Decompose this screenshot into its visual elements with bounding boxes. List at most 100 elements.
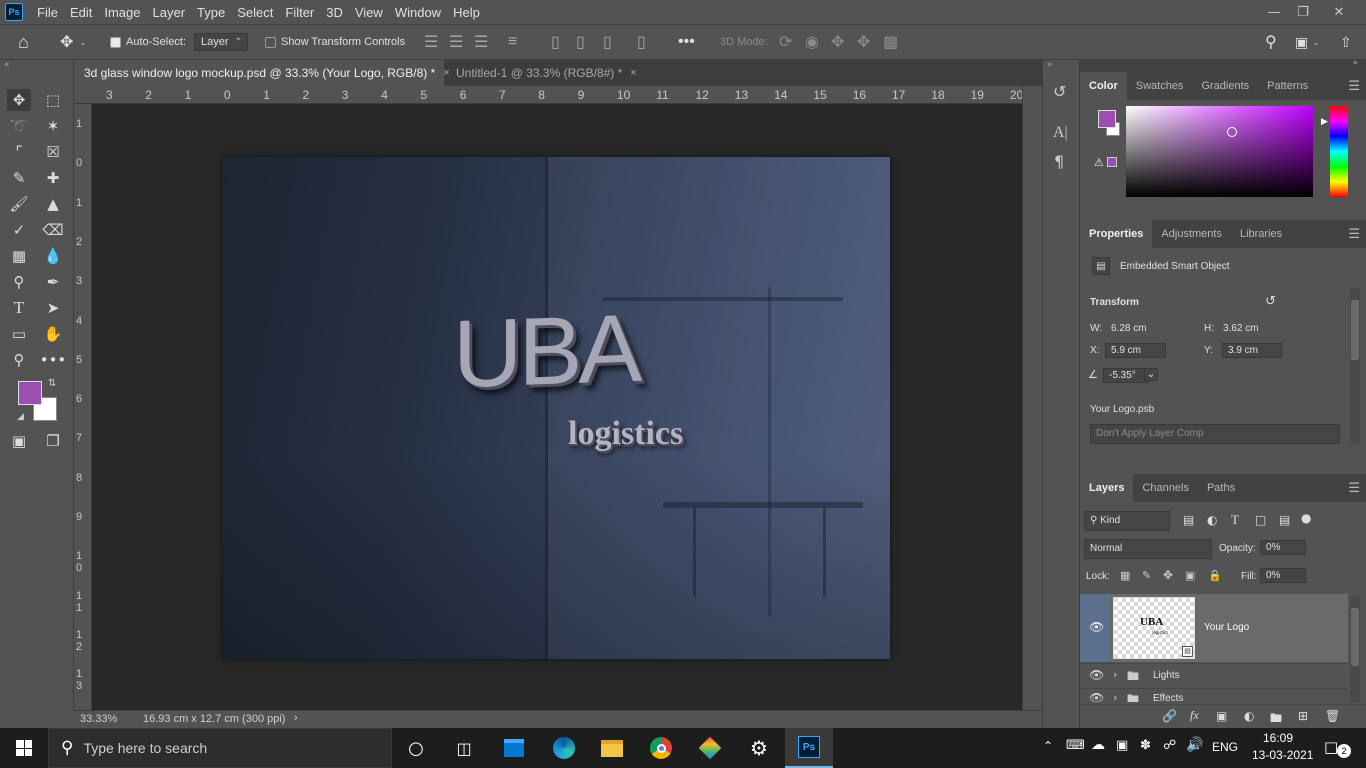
align-top-icon[interactable]: ▯ [551, 25, 560, 59]
share-icon[interactable]: ⇧ [1340, 25, 1352, 59]
file-explorer-icon[interactable] [588, 728, 636, 768]
width-value[interactable]: 6.28 cm [1111, 323, 1147, 334]
layer-name[interactable]: Lights [1153, 670, 1180, 681]
scrollbar-thumb[interactable] [1351, 300, 1359, 360]
lock-all-icon[interactable]: 🔒 [1208, 569, 1222, 582]
layer-thumbnail[interactable]: UBA logistics ▤ [1113, 597, 1195, 659]
frame-tool-icon[interactable]: ☒ [41, 141, 65, 163]
hue-slider[interactable] [1330, 106, 1348, 197]
layer-style-fx-icon[interactable]: fx [1190, 708, 1199, 723]
close-window-button[interactable]: ✕ [1324, 0, 1354, 24]
layer-row[interactable]: 👁 › 🖿 Lights [1080, 663, 1348, 687]
align-middle-icon[interactable]: ▯ [576, 25, 585, 59]
meet-now-icon[interactable]: ▣ [1116, 738, 1128, 753]
layer-name[interactable]: Your Logo [1204, 622, 1249, 633]
blend-mode-dropdown[interactable]: Normal [1084, 539, 1212, 559]
marquee-tool-icon[interactable]: ⬚ [41, 89, 65, 111]
angle-input[interactable]: -5.35° [1103, 368, 1149, 383]
minimize-button[interactable]: — [1259, 0, 1289, 24]
chrome-browser-icon[interactable] [637, 728, 685, 768]
hand-tool-icon[interactable]: ✋ [41, 323, 65, 345]
clock-date[interactable]: 13-03-2021 [1252, 748, 1313, 762]
menu-window[interactable]: Window [389, 5, 447, 20]
scrollbar-thumb[interactable] [1351, 608, 1359, 666]
zoom-tool-icon[interactable]: ⚲ [7, 349, 31, 371]
color-picker-field[interactable] [1126, 106, 1313, 197]
tab-document-untitled[interactable]: Untitled-1 @ 33.3% (RGB/8#) * × [446, 60, 647, 86]
filter-pixel-icon[interactable]: ▤ [1183, 513, 1194, 527]
menu-help[interactable]: Help [447, 5, 486, 20]
quick-mask-icon[interactable]: ▣ [7, 430, 31, 452]
layer-filter-kind-dropdown[interactable]: ⚲ Kind [1084, 511, 1170, 531]
filter-shape-icon[interactable]: □ [1255, 513, 1266, 527]
align-bottom-icon[interactable]: ▯ [603, 25, 612, 59]
swap-colors-icon[interactable]: ⇅ [48, 378, 56, 389]
type-tool-icon[interactable]: T [7, 297, 31, 319]
height-value[interactable]: 3.62 cm [1223, 323, 1259, 334]
document-canvas[interactable]: UBA logistics [223, 157, 890, 659]
quick-selection-tool-icon[interactable]: ✶ [41, 115, 65, 137]
ruler-vertical[interactable]: 1 0 1 2 3 4 5 6 7 8 9 10 11 12 13 [74, 104, 92, 710]
tab-channels[interactable]: Channels [1133, 474, 1197, 502]
screen-mode-icon[interactable]: ❐ [41, 430, 65, 452]
distribute-horizontal-icon[interactable]: ▯ [637, 25, 646, 59]
tab-document-mockup[interactable]: 3d glass window logo mockup.psd @ 33.3% … [74, 60, 450, 86]
more-options-icon[interactable]: ••• [678, 25, 695, 59]
panel-menu-icon[interactable]: ☰ [1348, 79, 1360, 94]
collapse-toolbar-icon[interactable]: « [4, 60, 10, 70]
history-panel-icon[interactable]: ↺ [1053, 82, 1066, 101]
history-brush-tool-icon[interactable]: ✓ [7, 219, 31, 241]
color-panel-foreground-swatch[interactable] [1098, 110, 1116, 128]
healing-brush-tool-icon[interactable]: ✚ [41, 167, 65, 189]
new-layer-icon[interactable]: ⊞ [1298, 709, 1308, 723]
clock-time[interactable]: 16:09 [1263, 731, 1293, 745]
photoshop-taskbar-icon[interactable]: Ps [785, 728, 833, 768]
menu-type[interactable]: Type [191, 5, 231, 20]
properties-scrollbar[interactable] [1350, 288, 1360, 444]
clone-stamp-tool-icon[interactable]: ▲ [41, 193, 65, 215]
layer-row-selected[interactable]: 👁 UBA logistics ▤ Your Logo [1080, 594, 1348, 662]
link-layers-icon[interactable]: 🔗 [1162, 709, 1177, 723]
move-tool-preset-icon[interactable]: ✥ ⌄ [60, 25, 87, 59]
lock-image-icon[interactable]: ✎ [1142, 569, 1151, 582]
menu-filter[interactable]: Filter [279, 5, 320, 20]
x-position-input[interactable]: 5.9 cm [1105, 343, 1166, 358]
delete-layer-icon[interactable]: 🗑 [1325, 709, 1340, 723]
align-center-icon[interactable]: ☰ [449, 25, 463, 59]
auto-select-checkbox[interactable]: Auto-Select: [110, 25, 186, 59]
collapse-panels-icon[interactable]: » [1047, 60, 1053, 70]
tab-layers[interactable]: Layers [1080, 474, 1134, 502]
home-icon[interactable]: ⌂ [18, 25, 29, 59]
3d-slide-icon[interactable]: ✥ [857, 25, 870, 59]
expand-group-icon[interactable]: › [1113, 691, 1117, 702]
layers-scrollbar[interactable] [1350, 596, 1360, 702]
new-group-icon[interactable]: 🖿 [1270, 709, 1282, 730]
fill-input[interactable]: 0% [1260, 568, 1306, 583]
menu-image[interactable]: Image [98, 5, 146, 20]
add-mask-icon[interactable]: ▣ [1216, 709, 1227, 723]
gamut-color-swatch[interactable] [1107, 157, 1117, 167]
filter-type-icon[interactable]: T [1231, 512, 1239, 528]
layer-name[interactable]: Effects [1153, 693, 1183, 702]
wifi-icon[interactable]: ✽ [1140, 738, 1151, 753]
align-right-icon[interactable]: ☰ [474, 25, 488, 59]
crop-tool-icon[interactable]: ⌜ [7, 141, 31, 163]
eye-icon[interactable]: 👁 [1089, 620, 1104, 634]
lock-artboard-icon[interactable]: ▣ [1185, 569, 1195, 582]
menu-layer[interactable]: Layer [147, 5, 192, 20]
tab-adjustments[interactable]: Adjustments [1152, 220, 1231, 248]
filter-smart-object-icon[interactable]: ▤ [1279, 513, 1290, 527]
task-view-icon[interactable]: ◫ [440, 728, 488, 768]
layer-row[interactable]: 👁 › 🖿 Effects [1080, 688, 1348, 702]
dodge-tool-icon[interactable]: ⚲ [7, 271, 31, 293]
edit-toolbar-icon[interactable]: ••• [40, 349, 67, 371]
zoom-level[interactable]: 33.33% [80, 713, 117, 725]
brush-tool-icon[interactable]: 🖌 [7, 193, 31, 215]
show-transform-controls-checkbox[interactable]: Show Transform Controls [265, 25, 405, 59]
auto-select-target-dropdown[interactable]: Layer [194, 25, 248, 59]
show-hidden-icons-icon[interactable]: ⌃ [1043, 739, 1053, 753]
tab-patterns[interactable]: Patterns [1258, 72, 1317, 100]
align-left-icon[interactable]: ☰ [424, 25, 438, 59]
angle-dropdown-icon[interactable]: ⌄ [1144, 368, 1158, 381]
color-picker-cursor[interactable] [1227, 127, 1237, 137]
